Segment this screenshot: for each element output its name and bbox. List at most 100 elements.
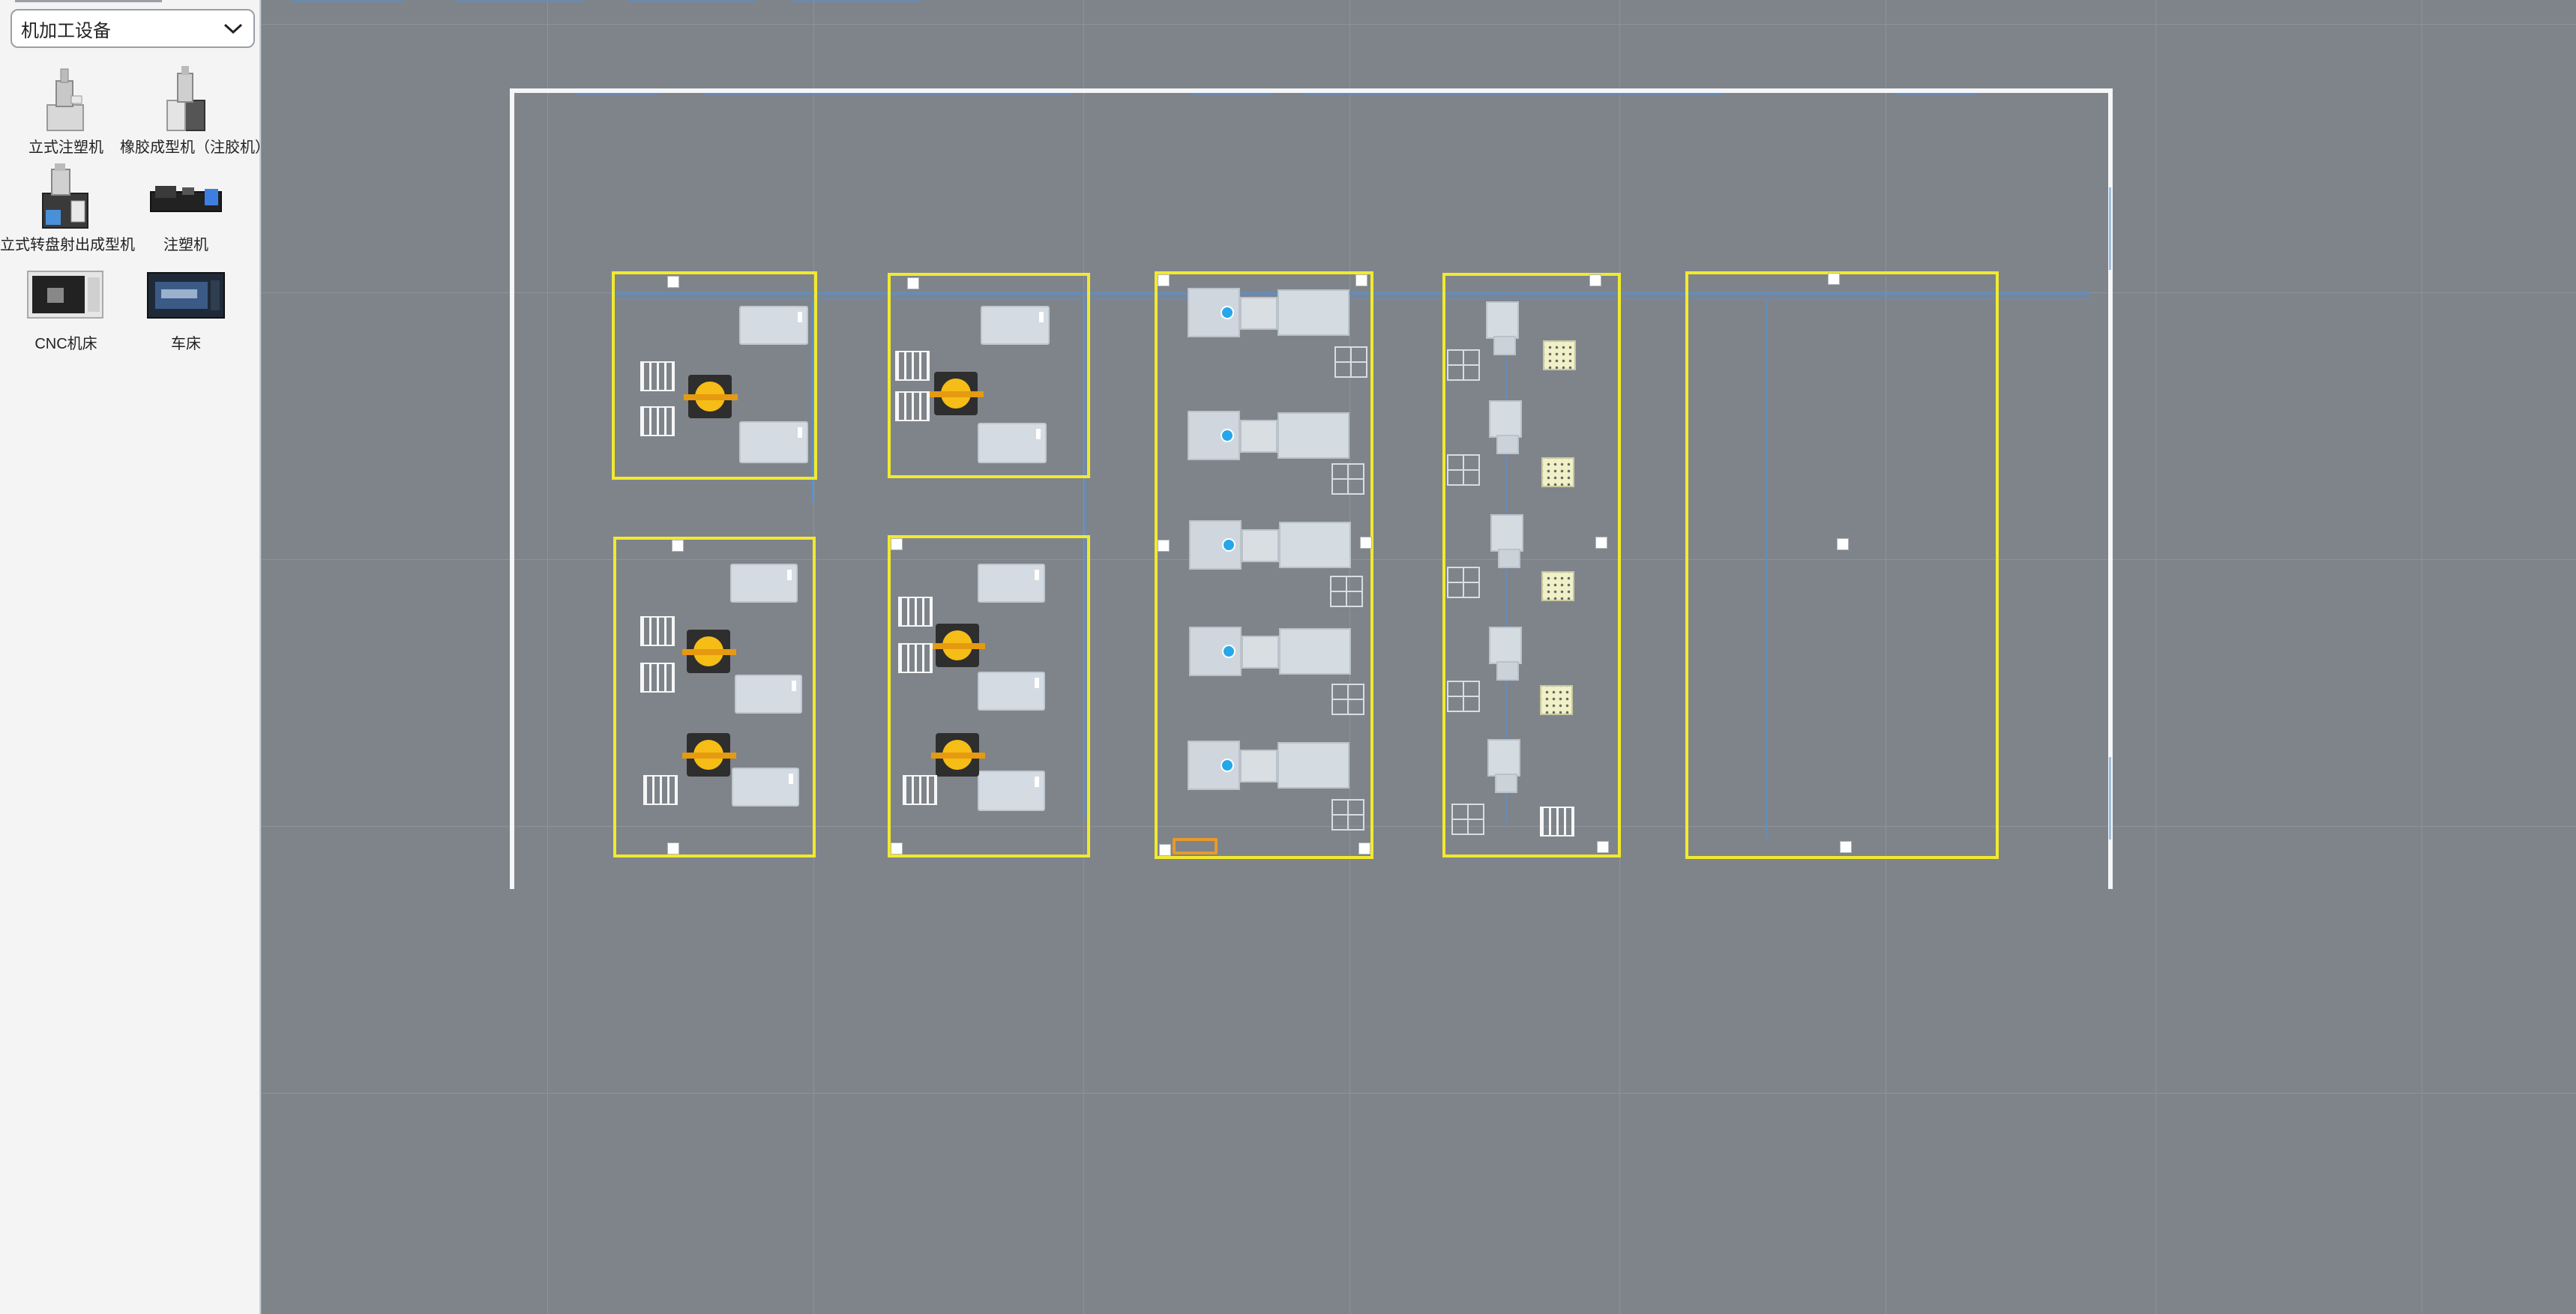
palette-item-label: 橡胶成型机（注胶机）	[120, 139, 270, 156]
storage-cage[interactable]	[1334, 346, 1367, 378]
injection-molding-machine[interactable]	[739, 421, 808, 463]
zone-resize-handle[interactable]	[1355, 274, 1367, 286]
zone-resize-handle[interactable]	[907, 277, 919, 289]
zone-resize-handle[interactable]	[1837, 538, 1849, 550]
material-rack[interactable]	[1540, 807, 1574, 837]
palette-item-injection-molding[interactable]: 注塑机	[127, 163, 244, 253]
zone-resize-handle[interactable]	[667, 276, 679, 288]
zone-resize-handle[interactable]	[1595, 537, 1607, 549]
sidebar-top-scroll-indicator	[15, 0, 162, 2]
injection-molding-machine[interactable]	[978, 564, 1045, 603]
lathe-machine[interactable]	[1486, 301, 1523, 355]
robot-arm[interactable]	[682, 630, 736, 673]
robot-arm[interactable]	[682, 733, 736, 777]
injection-molding-machine[interactable]	[978, 771, 1045, 811]
palette-item-label: 注塑机	[163, 237, 208, 253]
zone-resize-handle[interactable]	[667, 843, 679, 855]
status-indicator-icon	[1222, 538, 1236, 552]
palette-item-cnc-machine[interactable]: CNC机床	[7, 262, 124, 352]
cnc-machine[interactable]	[1188, 288, 1349, 337]
cnc-machine[interactable]	[1189, 627, 1351, 676]
vertical-injection-molding-machine-icon	[46, 68, 84, 131]
storage-cage[interactable]	[1331, 684, 1364, 715]
material-rack[interactable]	[903, 775, 937, 805]
lathe-machine[interactable]	[1489, 627, 1526, 681]
status-indicator-icon	[1221, 759, 1234, 772]
palette-item-lathe[interactable]: 车床	[127, 262, 244, 352]
zone-resize-handle[interactable]	[1597, 841, 1609, 853]
material-rack[interactable]	[640, 616, 675, 646]
injection-molding-machine[interactable]	[739, 306, 808, 345]
factory-layout-canvas[interactable]	[261, 0, 2576, 1314]
material-rack[interactable]	[640, 361, 675, 391]
chevron-down-icon	[223, 23, 243, 34]
lathe-machine[interactable]	[1489, 400, 1526, 454]
zone-resize-handle[interactable]	[1840, 841, 1852, 853]
material-rack[interactable]	[895, 351, 930, 381]
material-rack[interactable]	[895, 391, 930, 421]
storage-cage[interactable]	[1330, 576, 1363, 607]
status-indicator-icon	[1221, 306, 1234, 319]
robot-arm[interactable]	[931, 624, 985, 667]
injection-molding-machine[interactable]	[732, 768, 799, 807]
storage-cage[interactable]	[1331, 463, 1364, 495]
grid-line	[2155, 0, 2156, 1314]
injection-molding-machine[interactable]	[735, 675, 802, 714]
top-rail-segment	[456, 0, 583, 2]
cnc-machine[interactable]	[1188, 741, 1349, 790]
parts-tray[interactable]	[1541, 457, 1574, 487]
zone-resize-handle[interactable]	[1158, 274, 1170, 286]
category-select-value: 机加工设备	[21, 20, 111, 41]
empty-zone[interactable]	[1685, 271, 1999, 859]
injection-molding-machine[interactable]	[978, 423, 1047, 463]
wall-window	[1191, 93, 1273, 95]
agv-cart[interactable]	[1173, 838, 1218, 855]
material-rack[interactable]	[643, 775, 678, 805]
palette-item-vertical-injection-molding[interactable]: 立式注塑机	[7, 66, 124, 156]
lathe-machine[interactable]	[1487, 739, 1525, 793]
palette-item-rubber-molding[interactable]: 橡胶成型机（注胶机）	[120, 66, 270, 156]
injection-molding-machine[interactable]	[730, 564, 798, 603]
robot-arm[interactable]	[684, 375, 738, 418]
injection-molding-machine-icon	[150, 186, 222, 212]
zone-resize-handle[interactable]	[1360, 537, 1372, 549]
parts-tray[interactable]	[1540, 685, 1573, 715]
parts-tray[interactable]	[1543, 340, 1576, 370]
zone-resize-handle[interactable]	[1159, 844, 1171, 856]
lathe-icon	[147, 272, 225, 319]
zone-resize-handle[interactable]	[1589, 274, 1601, 286]
material-rack[interactable]	[640, 663, 675, 693]
palette-item-label: 车床	[171, 336, 201, 352]
storage-cage[interactable]	[1447, 681, 1480, 712]
equipment-category-select[interactable]: 机加工设备	[10, 9, 255, 48]
cnc-machine[interactable]	[1188, 411, 1349, 460]
top-rail-segment	[291, 0, 403, 2]
grid-line	[261, 24, 2576, 25]
palette-item-vertical-rotary-injection[interactable]: 立式转盘射出成型机	[0, 163, 135, 253]
storage-cage[interactable]	[1331, 799, 1364, 831]
grid-line	[547, 0, 548, 1314]
storage-cage[interactable]	[1451, 804, 1484, 835]
hall-wall-left[interactable]	[510, 88, 514, 889]
storage-cage[interactable]	[1447, 349, 1480, 381]
robot-arm[interactable]	[930, 372, 984, 415]
lathe-machine[interactable]	[1490, 514, 1528, 568]
zone-resize-handle[interactable]	[1358, 843, 1370, 855]
cnc-machine[interactable]	[1189, 520, 1351, 570]
zone-resize-handle[interactable]	[1158, 540, 1170, 552]
injection-molding-machine[interactable]	[981, 306, 1050, 345]
zone-resize-handle[interactable]	[891, 538, 903, 550]
material-rack[interactable]	[640, 406, 675, 436]
storage-cage[interactable]	[1447, 567, 1480, 598]
zone-resize-handle[interactable]	[672, 540, 684, 552]
injection-molding-machine[interactable]	[978, 672, 1045, 711]
status-indicator-icon	[1221, 429, 1234, 442]
zone-resize-handle[interactable]	[1828, 273, 1840, 285]
robot-arm[interactable]	[931, 733, 985, 777]
material-rack[interactable]	[898, 597, 933, 627]
storage-cage[interactable]	[1447, 454, 1480, 486]
material-rack[interactable]	[898, 643, 933, 673]
grid-line	[261, 559, 2576, 560]
parts-tray[interactable]	[1541, 571, 1574, 601]
zone-resize-handle[interactable]	[891, 843, 903, 855]
